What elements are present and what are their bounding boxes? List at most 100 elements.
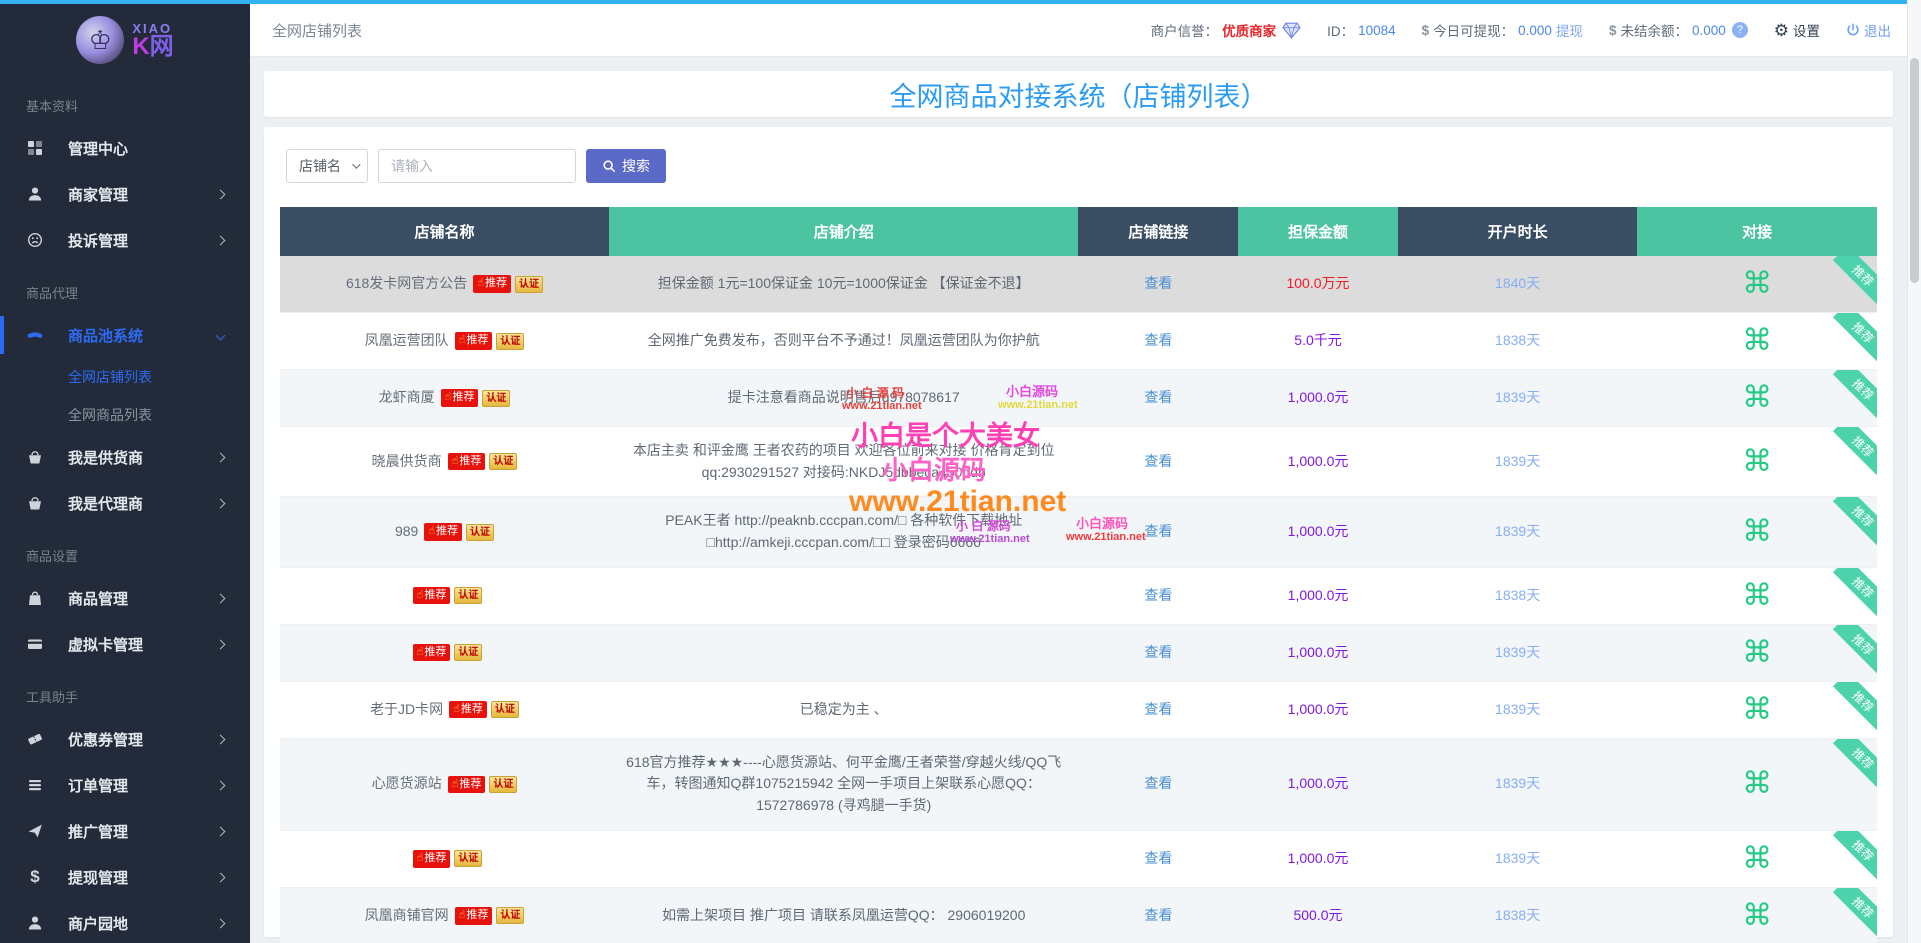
view-link[interactable]: 查看 — [1144, 699, 1172, 721]
connect-icon[interactable]: ⌘ — [1742, 843, 1772, 874]
guarantee-amount-cell: 1,000.0元 — [1238, 568, 1398, 624]
verified-badge: 认证 — [515, 275, 544, 293]
verified-badge: 认证 — [454, 587, 483, 605]
sidebar-item-商品池系统[interactable]: 商品池系统 — [0, 312, 250, 358]
shop-name: 凤凰运营团队 — [364, 332, 449, 349]
sidebar-item-提现管理[interactable]: $ 提现管理 — [0, 854, 250, 900]
sidebar-item-label: 商家管理 — [68, 186, 129, 204]
search-type-select[interactable]: 店铺名 — [286, 149, 368, 183]
help-icon[interactable]: ? — [1731, 22, 1748, 38]
shop-name-cell: 凤凰商铺官网 ☝ 推荐 认证 — [280, 888, 609, 943]
sidebar-subitem-全网商品列表[interactable]: 全网商品列表 — [0, 396, 250, 434]
connect-icon[interactable]: ⌘ — [1742, 517, 1772, 547]
sidebar-item-商品管理[interactable]: 商品管理 — [0, 575, 250, 621]
connect-icon[interactable]: ⌘ — [1742, 900, 1772, 931]
sidebar-item-订单管理[interactable]: 订单管理 — [0, 762, 250, 808]
settings-label: 设置 — [1793, 24, 1820, 39]
sidebar-item-优惠券管理[interactable]: 优惠券管理 — [0, 716, 250, 762]
connect-icon[interactable]: ⌘ — [1742, 637, 1772, 668]
shop-link-cell: 查看 — [1078, 739, 1238, 830]
shop-name-cell: 心愿货源站 ☝ 推荐 认证 — [280, 739, 609, 830]
ticket-icon — [26, 731, 44, 747]
recommend-badge: ☝ 推荐 — [454, 332, 493, 350]
basket-icon — [26, 449, 44, 465]
col-header-shop-link: 店铺链接 — [1078, 207, 1239, 256]
connect-cell: ⌘ — [1637, 256, 1877, 312]
connect-icon[interactable]: ⌘ — [1742, 580, 1772, 611]
logout-button[interactable]: 退出 — [1846, 20, 1891, 40]
breadcrumb: 全网店铺列表 — [272, 22, 363, 40]
scrollbar[interactable] — [1907, 0, 1921, 943]
connect-icon[interactable]: ⌘ — [1742, 446, 1772, 477]
connect-icon[interactable]: ⌘ — [1742, 326, 1772, 356]
shop-name: 老于JD卡网 — [370, 700, 444, 717]
sidebar-item-我是供货商[interactable]: 我是供货商 — [0, 434, 250, 480]
col-header-shop-name: 店铺名称 — [280, 207, 609, 256]
view-link[interactable]: 查看 — [1144, 642, 1172, 664]
guarantee-amount: 1,000.0元 — [1287, 849, 1349, 866]
sidebar-item-推广管理[interactable]: 推广管理 — [0, 808, 250, 854]
guarantee-amount: 1,000.0元 — [1287, 643, 1349, 660]
sidebar-item-我是代理商[interactable]: 我是代理商 — [0, 480, 250, 526]
sidebar-item-商家管理[interactable]: 商家管理 — [0, 171, 250, 217]
handshake-icon — [26, 327, 44, 343]
sidebar-item-虚拟卡管理[interactable]: 虚拟卡管理 — [0, 621, 250, 667]
sidebar-item-label: 商户园地 — [68, 915, 129, 933]
view-link[interactable]: 查看 — [1144, 451, 1172, 473]
unsettled-balance: $ 未结余额： 0.000 ? — [1609, 20, 1748, 40]
shop-name: 晓晨供货商 — [371, 452, 442, 469]
connect-icon[interactable]: ⌘ — [1742, 269, 1772, 299]
recommend-badge: ☝ 推荐 — [440, 389, 479, 407]
guarantee-amount-cell: 1,000.0元 — [1238, 370, 1398, 426]
shop-intro-cell: 618官方推荐★★★----心愿货源站、何平金鹰/王者荣誉/穿越火线/QQ飞车，… — [626, 753, 1062, 814]
account-age: 1839天 — [1495, 700, 1541, 717]
connect-icon[interactable]: ⌘ — [1742, 383, 1772, 413]
account-age-cell: 1840天 — [1398, 256, 1638, 312]
view-link[interactable]: 查看 — [1144, 905, 1172, 927]
view-link[interactable]: 查看 — [1144, 773, 1172, 795]
recommend-badge: ☝ 推荐 — [412, 644, 451, 662]
table-row: 晓晨供货商 ☝ 推荐 认证 本店主卖 和评金鹰 王者农药的项目 欢迎各位前来对接 价格肯… — [280, 427, 1877, 498]
search-row: 店铺名 搜索 — [286, 149, 1877, 183]
view-link[interactable]: 查看 — [1144, 521, 1172, 543]
sidebar-item-管理中心[interactable]: 管理中心 — [0, 125, 250, 171]
search-button[interactable]: 搜索 — [586, 149, 666, 183]
grid-icon — [26, 140, 44, 156]
withdraw-link[interactable]: 提现 — [1556, 20, 1583, 40]
view-link[interactable]: 查看 — [1144, 387, 1172, 409]
shop-intro-cell: 担保金额 1元=100保证金 10元=1000保证金 【保证金不退】 — [657, 275, 1030, 292]
sidebar-item-label: 推广管理 — [68, 823, 129, 841]
shop-intro-cell — [609, 625, 1079, 681]
dollar-icon: $ — [1421, 22, 1430, 38]
sidebar-item-label: 我是代理商 — [68, 495, 144, 513]
table-header-row: 店铺名称 店铺介绍 店铺链接 担保金额 开户时长 对接 — [280, 207, 1877, 256]
logo[interactable]: ♔ XIAO K网 — [0, 4, 250, 76]
view-link[interactable]: 查看 — [1144, 273, 1172, 295]
connect-icon[interactable]: ⌘ — [1742, 769, 1772, 799]
recommend-badge: ☝ 推荐 — [412, 850, 451, 868]
settings-button[interactable]: ⚙ 设置 — [1774, 20, 1820, 40]
scrollbar-thumb[interactable] — [1910, 58, 1919, 283]
balance-label: 未结余额： — [1620, 24, 1688, 39]
shop-name: 618发卡网官方公告 — [345, 275, 468, 292]
shop-link-cell: 查看 — [1078, 256, 1238, 312]
sidebar-item-投诉管理[interactable]: 投诉管理 — [0, 217, 250, 263]
account-age: 1839天 — [1495, 849, 1541, 866]
view-link[interactable]: 查看 — [1144, 848, 1172, 870]
sidebar-subitem-全网店铺列表[interactable]: 全网店铺列表 — [0, 358, 250, 396]
gear-icon: ⚙ — [1773, 20, 1789, 40]
view-link[interactable]: 查看 — [1144, 585, 1172, 607]
account-age-cell: 1839天 — [1398, 427, 1638, 496]
table-row: 989 ☝ 推荐 认证 PEAK王者 http://peaknb.cccpan.com/… — [280, 497, 1877, 568]
shop-intro-cell: 已稳定为主 、 — [799, 700, 888, 717]
dollar-icon: $ — [30, 867, 40, 886]
search-input[interactable] — [378, 149, 576, 183]
shop-link-cell: 查看 — [1078, 427, 1238, 496]
sidebar-section-label: 商品设置 — [26, 549, 79, 564]
sidebar-item-商户园地[interactable]: 商户园地 — [0, 900, 250, 943]
connect-icon[interactable]: ⌘ — [1742, 694, 1772, 725]
view-link[interactable]: 查看 — [1144, 330, 1172, 352]
account-age-cell: 1839天 — [1398, 625, 1638, 681]
guarantee-amount-cell: 500.0元 — [1238, 888, 1398, 943]
frown-icon — [26, 232, 44, 248]
